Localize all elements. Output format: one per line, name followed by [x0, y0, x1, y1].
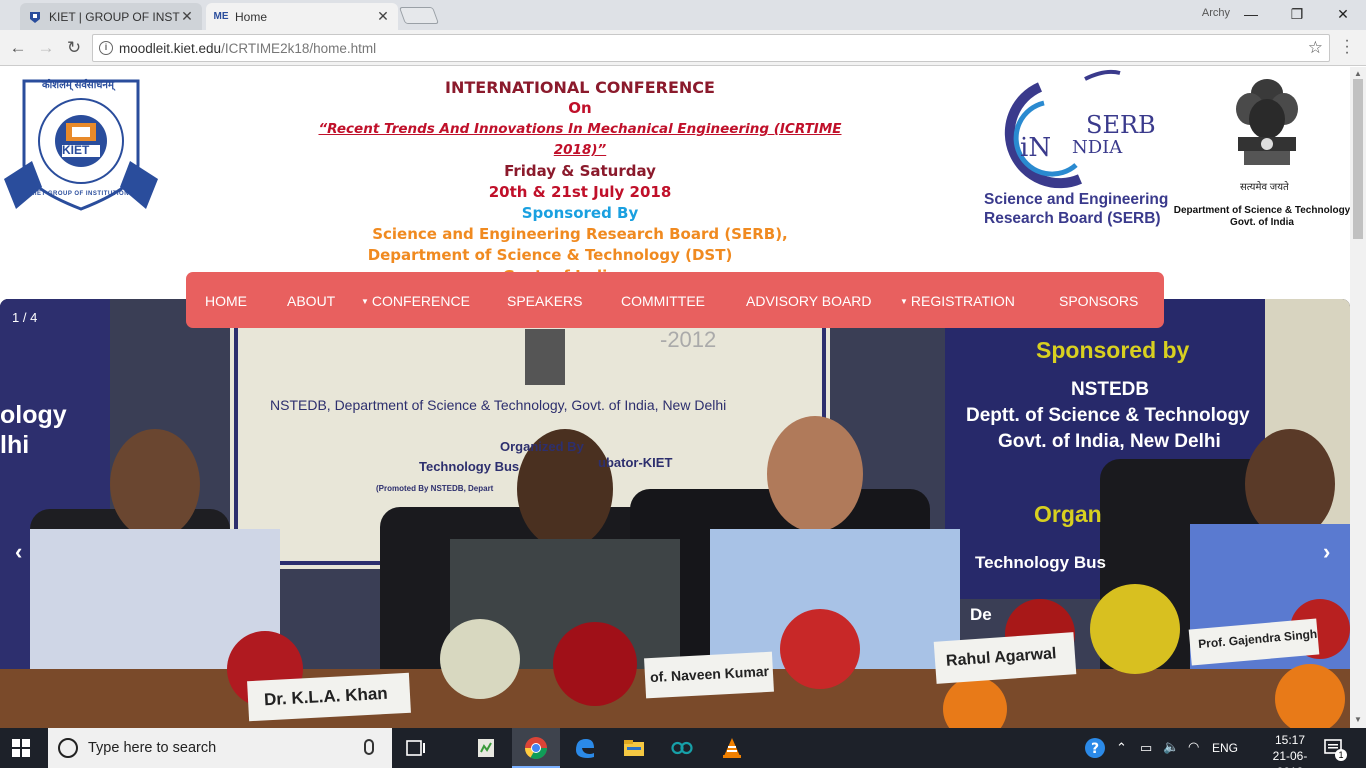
banner-right-line2: Deptt. of Science & Technology	[966, 405, 1250, 426]
sponsored-by-label: Sponsored By	[521, 204, 639, 222]
language-indicator[interactable]: ENG	[1212, 741, 1238, 755]
nav-home[interactable]: HOME	[205, 293, 247, 309]
nav-conference[interactable]: ▼ CONFERENCE	[361, 293, 470, 309]
banner-left-line1: ology	[0, 401, 67, 429]
serb-logo-text: SERB	[1086, 111, 1156, 139]
conference-title: INTERNATIONAL CONFERENCE	[445, 78, 715, 97]
task-view-icon[interactable]	[404, 736, 428, 760]
serb-caption: Science and Engineering Research Board (…	[984, 191, 1169, 227]
banner-center-line1: NSTEDB, Department of Science & Technolo…	[270, 397, 727, 413]
tab-title: KIET | GROUP OF INSTITU	[49, 9, 180, 24]
reload-icon[interactable]: ↻	[62, 36, 86, 60]
banner-right-line3: Govt. of India, New Delhi	[998, 431, 1221, 452]
battery-icon[interactable]: ▭	[1140, 740, 1152, 756]
nav-speakers[interactable]: SPEAKERS	[507, 293, 582, 309]
nav-advisory-board[interactable]: ADVISORY BOARD	[746, 293, 872, 309]
vlc-icon[interactable]	[720, 736, 744, 760]
tray-chevron-icon[interactable]: ⌃	[1116, 740, 1127, 756]
new-tab-button[interactable]	[398, 7, 440, 24]
banner-right-line5: Technology Bus	[975, 553, 1106, 572]
conference-days: Friday & Saturday	[504, 162, 656, 180]
serb-india-text: NDIA	[1072, 137, 1123, 158]
scroll-up-icon[interactable]: ▲	[1354, 69, 1362, 78]
prev-slide-icon[interactable]: ‹	[15, 539, 22, 565]
slide-counter: 1 / 4	[12, 310, 38, 325]
conference-header: INTERNATIONAL CONFERENCE On “Recent Tren…	[290, 77, 870, 287]
banner-right-line1: NSTEDB	[1071, 379, 1150, 400]
restore-icon[interactable]: ❐	[1282, 3, 1312, 25]
conference-topic: “Recent Trends And Innovations In Mechan…	[318, 121, 842, 158]
banner-center-line4: (Promoted By NSTEDB, Depart	[376, 484, 494, 493]
tab-title: Home	[235, 9, 268, 24]
chrome-icon[interactable]	[524, 736, 548, 760]
kiet-motto: कौशलम् सर्वसाधनम्	[42, 80, 114, 91]
nav-registration[interactable]: ▼ REGISTRATION	[900, 293, 1015, 309]
minimize-icon[interactable]: —	[1236, 3, 1266, 25]
notepad-app-icon[interactable]	[474, 736, 498, 760]
forward-arrow-icon[interactable]: →	[34, 36, 58, 60]
browser-tab-home[interactable]: ME Home ✕	[206, 3, 398, 30]
browser-toolbar: ← → ↻ i moodleit.kiet.edu/ICRTIME2k18/ho…	[0, 30, 1366, 66]
kiet-favicon-icon	[28, 10, 42, 24]
windows-taskbar: Type here to search ? ⌃ ▭ 🔈 ◠ ENG 15:17 …	[0, 728, 1366, 779]
taskbar-search[interactable]: Type here to search	[48, 728, 392, 768]
system-clock[interactable]: 15:17 21-06-2018	[1264, 732, 1316, 780]
nav-about[interactable]: ABOUT	[287, 293, 335, 309]
scroll-down-icon[interactable]: ▼	[1354, 715, 1362, 724]
url-text[interactable]: moodleit.kiet.edu/ICRTIME2k18/home.html	[119, 41, 376, 56]
banner-right-line6: De	[970, 605, 992, 624]
banner-center-line3: Technology Bus	[419, 459, 520, 474]
next-slide-icon[interactable]: ›	[1323, 539, 1330, 565]
conference-on: On	[568, 99, 592, 117]
sponsor-org-line1: Science and Engineering Research Board (…	[372, 225, 788, 243]
banner-left-line2: lhi	[0, 431, 30, 459]
microphone-icon[interactable]	[364, 739, 374, 755]
edge-icon[interactable]	[573, 736, 597, 760]
browser-menu-icon[interactable]: · · ·	[1342, 33, 1352, 61]
conference-date: 20th & 21st July 2018	[488, 183, 672, 201]
banner-right-line4: Organ	[1034, 501, 1102, 527]
caret-down-icon: ▼	[900, 297, 908, 306]
back-arrow-icon[interactable]: ←	[6, 36, 30, 60]
arduino-icon[interactable]	[670, 736, 694, 760]
address-bar[interactable]: i moodleit.kiet.edu/ICRTIME2k18/home.htm…	[92, 34, 1330, 62]
info-icon[interactable]: i	[99, 41, 113, 55]
sponsor-org-line2: Department of Science & Technology (DST)	[367, 246, 733, 264]
close-tab-icon[interactable]: ✕	[376, 8, 390, 25]
main-nav: HOME ABOUT ▼ CONFERENCE SPEAKERS COMMITTE…	[186, 272, 1164, 328]
banner-right-title: Sponsored by	[1036, 337, 1190, 363]
page-scrollbar[interactable]: ▲ ▼	[1350, 67, 1366, 728]
bookmark-star-icon[interactable]: ☆	[1308, 38, 1323, 58]
web-page: कौशलम् सर्वसाधनम् KIET KIET GROUP OF INS…	[0, 67, 1350, 728]
close-window-icon[interactable]: ✕	[1328, 3, 1358, 25]
svg-text:?: ?	[1091, 741, 1099, 757]
close-tab-icon[interactable]: ✕	[180, 8, 194, 25]
wifi-icon[interactable]: ◠	[1188, 739, 1199, 755]
notification-count: 1	[1335, 749, 1347, 761]
browser-tab-bar: KIET | GROUP OF INSTITU ✕ ME Home ✕ Arch…	[0, 0, 1366, 30]
file-explorer-icon[interactable]	[622, 736, 646, 760]
windows-start-icon[interactable]	[12, 739, 30, 757]
emblem-motto: सत्यमेव जयते	[1240, 182, 1289, 193]
me-favicon-icon: ME	[213, 11, 229, 22]
profile-name[interactable]: Archy	[1202, 7, 1230, 19]
nav-committee[interactable]: COMMITTEE	[621, 293, 705, 309]
help-icon[interactable]: ?	[1083, 736, 1107, 760]
nav-sponsors[interactable]: SPONSORS	[1059, 293, 1138, 309]
scroll-thumb[interactable]	[1353, 79, 1363, 239]
banner-center-line2: Organized By	[500, 439, 584, 454]
emblem-caption: Department of Science & Technology Govt.…	[1173, 205, 1350, 228]
banner-center-line3b: ubator-KIET	[598, 455, 673, 470]
banner-center-year: -2012	[660, 327, 717, 352]
cortana-icon[interactable]	[58, 738, 78, 758]
serb-in-text: iN	[1020, 133, 1052, 163]
kiet-badge-text: KIET	[62, 143, 90, 157]
volume-icon[interactable]: 🔈	[1163, 739, 1179, 755]
image-carousel[interactable]: ology lhi -2012 NSTEDB, Department of Sc…	[0, 299, 1350, 728]
kiet-ring-text: KIET GROUP OF INSTITUTIONS	[30, 191, 134, 197]
caret-down-icon: ▼	[361, 297, 369, 306]
browser-tab-kiet[interactable]: KIET | GROUP OF INSTITU ✕	[20, 3, 202, 30]
search-placeholder: Type here to search	[88, 740, 217, 756]
